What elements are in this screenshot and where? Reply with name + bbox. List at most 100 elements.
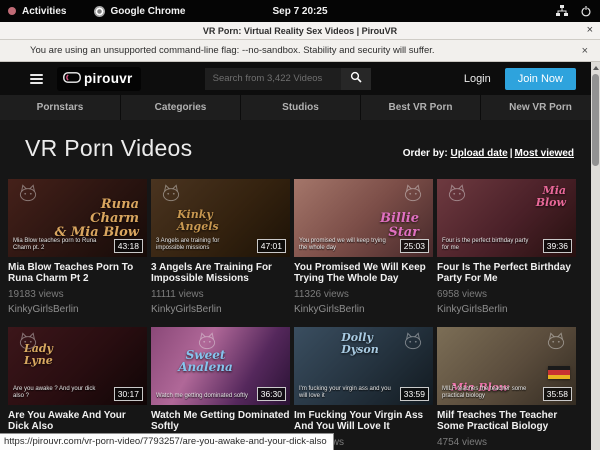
status-bar-url: https://pirouvr.com/vr-porn-video/779325… — [0, 433, 334, 450]
video-card[interactable]: Mia Blow MILF teaches the teacher some p… — [437, 327, 576, 450]
video-views: 11326 views — [294, 289, 433, 300]
main-nav: PornstarsCategoriesStudiosBest VR PornNe… — [0, 95, 600, 120]
video-studio[interactable]: KinkyGirlsBerlin — [294, 304, 433, 316]
gnome-top-bar: Activities Google Chrome Sep 7 20:25 — [0, 0, 600, 22]
browser-viewport: pirouvr Login Join Now PornstarsCategori… — [0, 62, 600, 450]
site-header: pirouvr Login Join Now — [0, 62, 600, 95]
thumbnail-overlay-name: Billie Star — [380, 212, 419, 240]
video-thumbnail[interactable]: Mia Blow Four is the perfect birthday pa… — [437, 179, 576, 257]
thumbnail-overlay-name: Sweet Analena — [151, 349, 260, 373]
video-thumbnail[interactable]: Sweet Analena Watch me getting dominated… — [151, 327, 290, 405]
video-thumbnail[interactable]: Kinky Angels 3 Angels are training for i… — [151, 179, 290, 257]
video-studio[interactable]: KinkyGirlsBerlin — [151, 304, 290, 316]
video-title[interactable]: Milf Teaches The Teacher Some Practical … — [437, 410, 576, 432]
thumbnail-caption: Are you awake ? And your dick also ? — [13, 386, 105, 400]
video-title[interactable]: Are You Awake And Your Dick Also — [8, 410, 147, 432]
video-thumbnail[interactable]: Billie Star You promised we will keep tr… — [294, 179, 433, 257]
window-title: VR Porn: Virtual Reality Sex Videos | Pi… — [203, 26, 397, 36]
thumbnail-caption: MILF teaches the teacher some practical … — [442, 386, 534, 400]
video-card[interactable]: Mia Blow Four is the perfect birthday pa… — [437, 179, 576, 316]
vertical-scrollbar[interactable] — [591, 62, 600, 450]
nav-item-pornstars[interactable]: Pornstars — [0, 95, 120, 120]
cat-mask-icon — [445, 184, 469, 207]
screen: Activities Google Chrome Sep 7 20:25 VR … — [0, 0, 600, 450]
cat-mask-icon — [16, 184, 40, 207]
order-separator: | — [508, 148, 515, 159]
video-thumbnail[interactable]: Lady Lyne Are you awake ? And your dick … — [8, 327, 147, 405]
video-card[interactable]: Sweet Analena Watch me getting dominated… — [151, 327, 290, 450]
thumbnail-overlay-name: Mia Blow — [536, 185, 566, 209]
video-grid: Runa Charm & Mia Blow Mia Blow teaches p… — [8, 179, 576, 450]
video-views: 4754 views — [437, 437, 576, 448]
thumbnail-overlay-name: Runa Charm & Mia Blow — [55, 198, 139, 240]
window-close-icon[interactable]: × — [587, 24, 593, 36]
thumbnail-overlay-name: Kinky Angels — [177, 209, 219, 233]
video-title[interactable]: You Promised We Will Keep Trying The Who… — [294, 262, 433, 284]
video-card[interactable]: Lady Lyne Are you awake ? And your dick … — [8, 327, 147, 450]
video-studio[interactable]: KinkyGirlsBerlin — [8, 304, 147, 316]
video-card[interactable]: Dolly Dyson I'm fucking your virgin ass … — [294, 327, 433, 450]
search-input[interactable] — [205, 68, 341, 90]
order-by: Order by: Upload date|Most viewed — [403, 148, 574, 162]
video-title[interactable]: Four Is The Perfect Birthday Party For M… — [437, 262, 576, 284]
duration-badge: 47:01 — [257, 239, 286, 253]
thumbnail-caption: You promised we will keep trying the who… — [299, 238, 391, 252]
video-card[interactable]: Billie Star You promised we will keep tr… — [294, 179, 433, 316]
video-studio[interactable]: KinkyGirlsBerlin — [437, 304, 576, 316]
search-button[interactable] — [341, 68, 371, 90]
power-icon[interactable] — [580, 5, 592, 17]
duration-badge: 30:17 — [114, 387, 143, 401]
site-logo[interactable]: pirouvr — [57, 67, 141, 91]
thumbnail-caption: Mia Blow teaches porn to Runa Charm pt. … — [13, 238, 105, 252]
cat-mask-icon — [544, 332, 568, 355]
nav-item-studios[interactable]: Studios — [240, 95, 360, 120]
thumbnail-caption: I'm fucking your virgin ass and you will… — [299, 386, 391, 400]
vr-goggles-icon — [63, 70, 81, 88]
video-views: 6958 views — [437, 289, 576, 300]
video-title[interactable]: Watch Me Getting Dominated Softly — [151, 410, 290, 432]
cat-mask-icon — [159, 184, 183, 207]
status-url-text: https://pirouvr.com/vr-porn-video/779325… — [4, 436, 327, 447]
network-icon[interactable] — [556, 5, 568, 17]
video-title[interactable]: Mia Blow Teaches Porn To Runa Charm Pt 2 — [8, 262, 147, 284]
order-by-label: Order by: — [403, 148, 448, 159]
nav-item-new-vr-porn[interactable]: New VR Porn — [480, 95, 600, 120]
login-link[interactable]: Login — [464, 73, 491, 85]
thumbnail-caption: 3 Angels are training for impossible mis… — [156, 238, 248, 252]
duration-badge: 25:03 — [400, 239, 429, 253]
order-link-most-viewed[interactable]: Most viewed — [515, 148, 574, 159]
video-views: 11111 views — [151, 289, 290, 300]
infobar-message: You are using an unsupported command-lin… — [30, 45, 435, 56]
video-views: 19183 views — [8, 289, 147, 300]
video-thumbnail[interactable]: Dolly Dyson I'm fucking your virgin ass … — [294, 327, 433, 405]
infobar-close-icon[interactable]: × — [582, 45, 588, 57]
thumbnail-caption: Four is the perfect birthday party for m… — [442, 238, 534, 252]
video-thumbnail[interactable]: Runa Charm & Mia Blow Mia Blow teaches p… — [8, 179, 147, 257]
video-title[interactable]: 3 Angels Are Training For Impossible Mis… — [151, 262, 290, 284]
chrome-infobar: You are using an unsupported command-lin… — [0, 40, 600, 62]
thumbnail-overlay-name: Dolly Dyson — [341, 332, 378, 356]
duration-badge: 39:36 — [543, 239, 572, 253]
scrollbar-thumb[interactable] — [592, 74, 599, 166]
german-flag — [548, 366, 570, 379]
nav-item-best-vr-porn[interactable]: Best VR Porn — [360, 95, 480, 120]
nav-item-categories[interactable]: Categories — [120, 95, 240, 120]
video-card[interactable]: Runa Charm & Mia Blow Mia Blow teaches p… — [8, 179, 147, 316]
duration-badge: 36:30 — [257, 387, 286, 401]
join-now-button[interactable]: Join Now — [505, 68, 576, 90]
video-thumbnail[interactable]: Mia Blow MILF teaches the teacher some p… — [437, 327, 576, 405]
video-card[interactable]: Kinky Angels 3 Angels are training for i… — [151, 179, 290, 316]
menu-icon[interactable] — [30, 74, 43, 84]
scrollbar-up-icon[interactable] — [591, 62, 600, 73]
clock[interactable]: Sep 7 20:25 — [0, 6, 600, 17]
video-title[interactable]: Im Fucking Your Virgin Ass And You Will … — [294, 410, 433, 432]
duration-badge: 43:18 — [114, 239, 143, 253]
page-title: VR Porn Videos — [25, 135, 192, 162]
window-title-bar[interactable]: VR Porn: Virtual Reality Sex Videos | Pi… — [0, 22, 600, 40]
site-logo-text: pirouvr — [84, 71, 133, 86]
cat-mask-icon — [401, 184, 425, 207]
search-icon — [350, 71, 362, 86]
duration-badge: 35:58 — [543, 387, 572, 401]
order-link-upload-date[interactable]: Upload date — [450, 148, 507, 159]
thumbnail-overlay-name: Lady Lyne — [24, 343, 53, 367]
